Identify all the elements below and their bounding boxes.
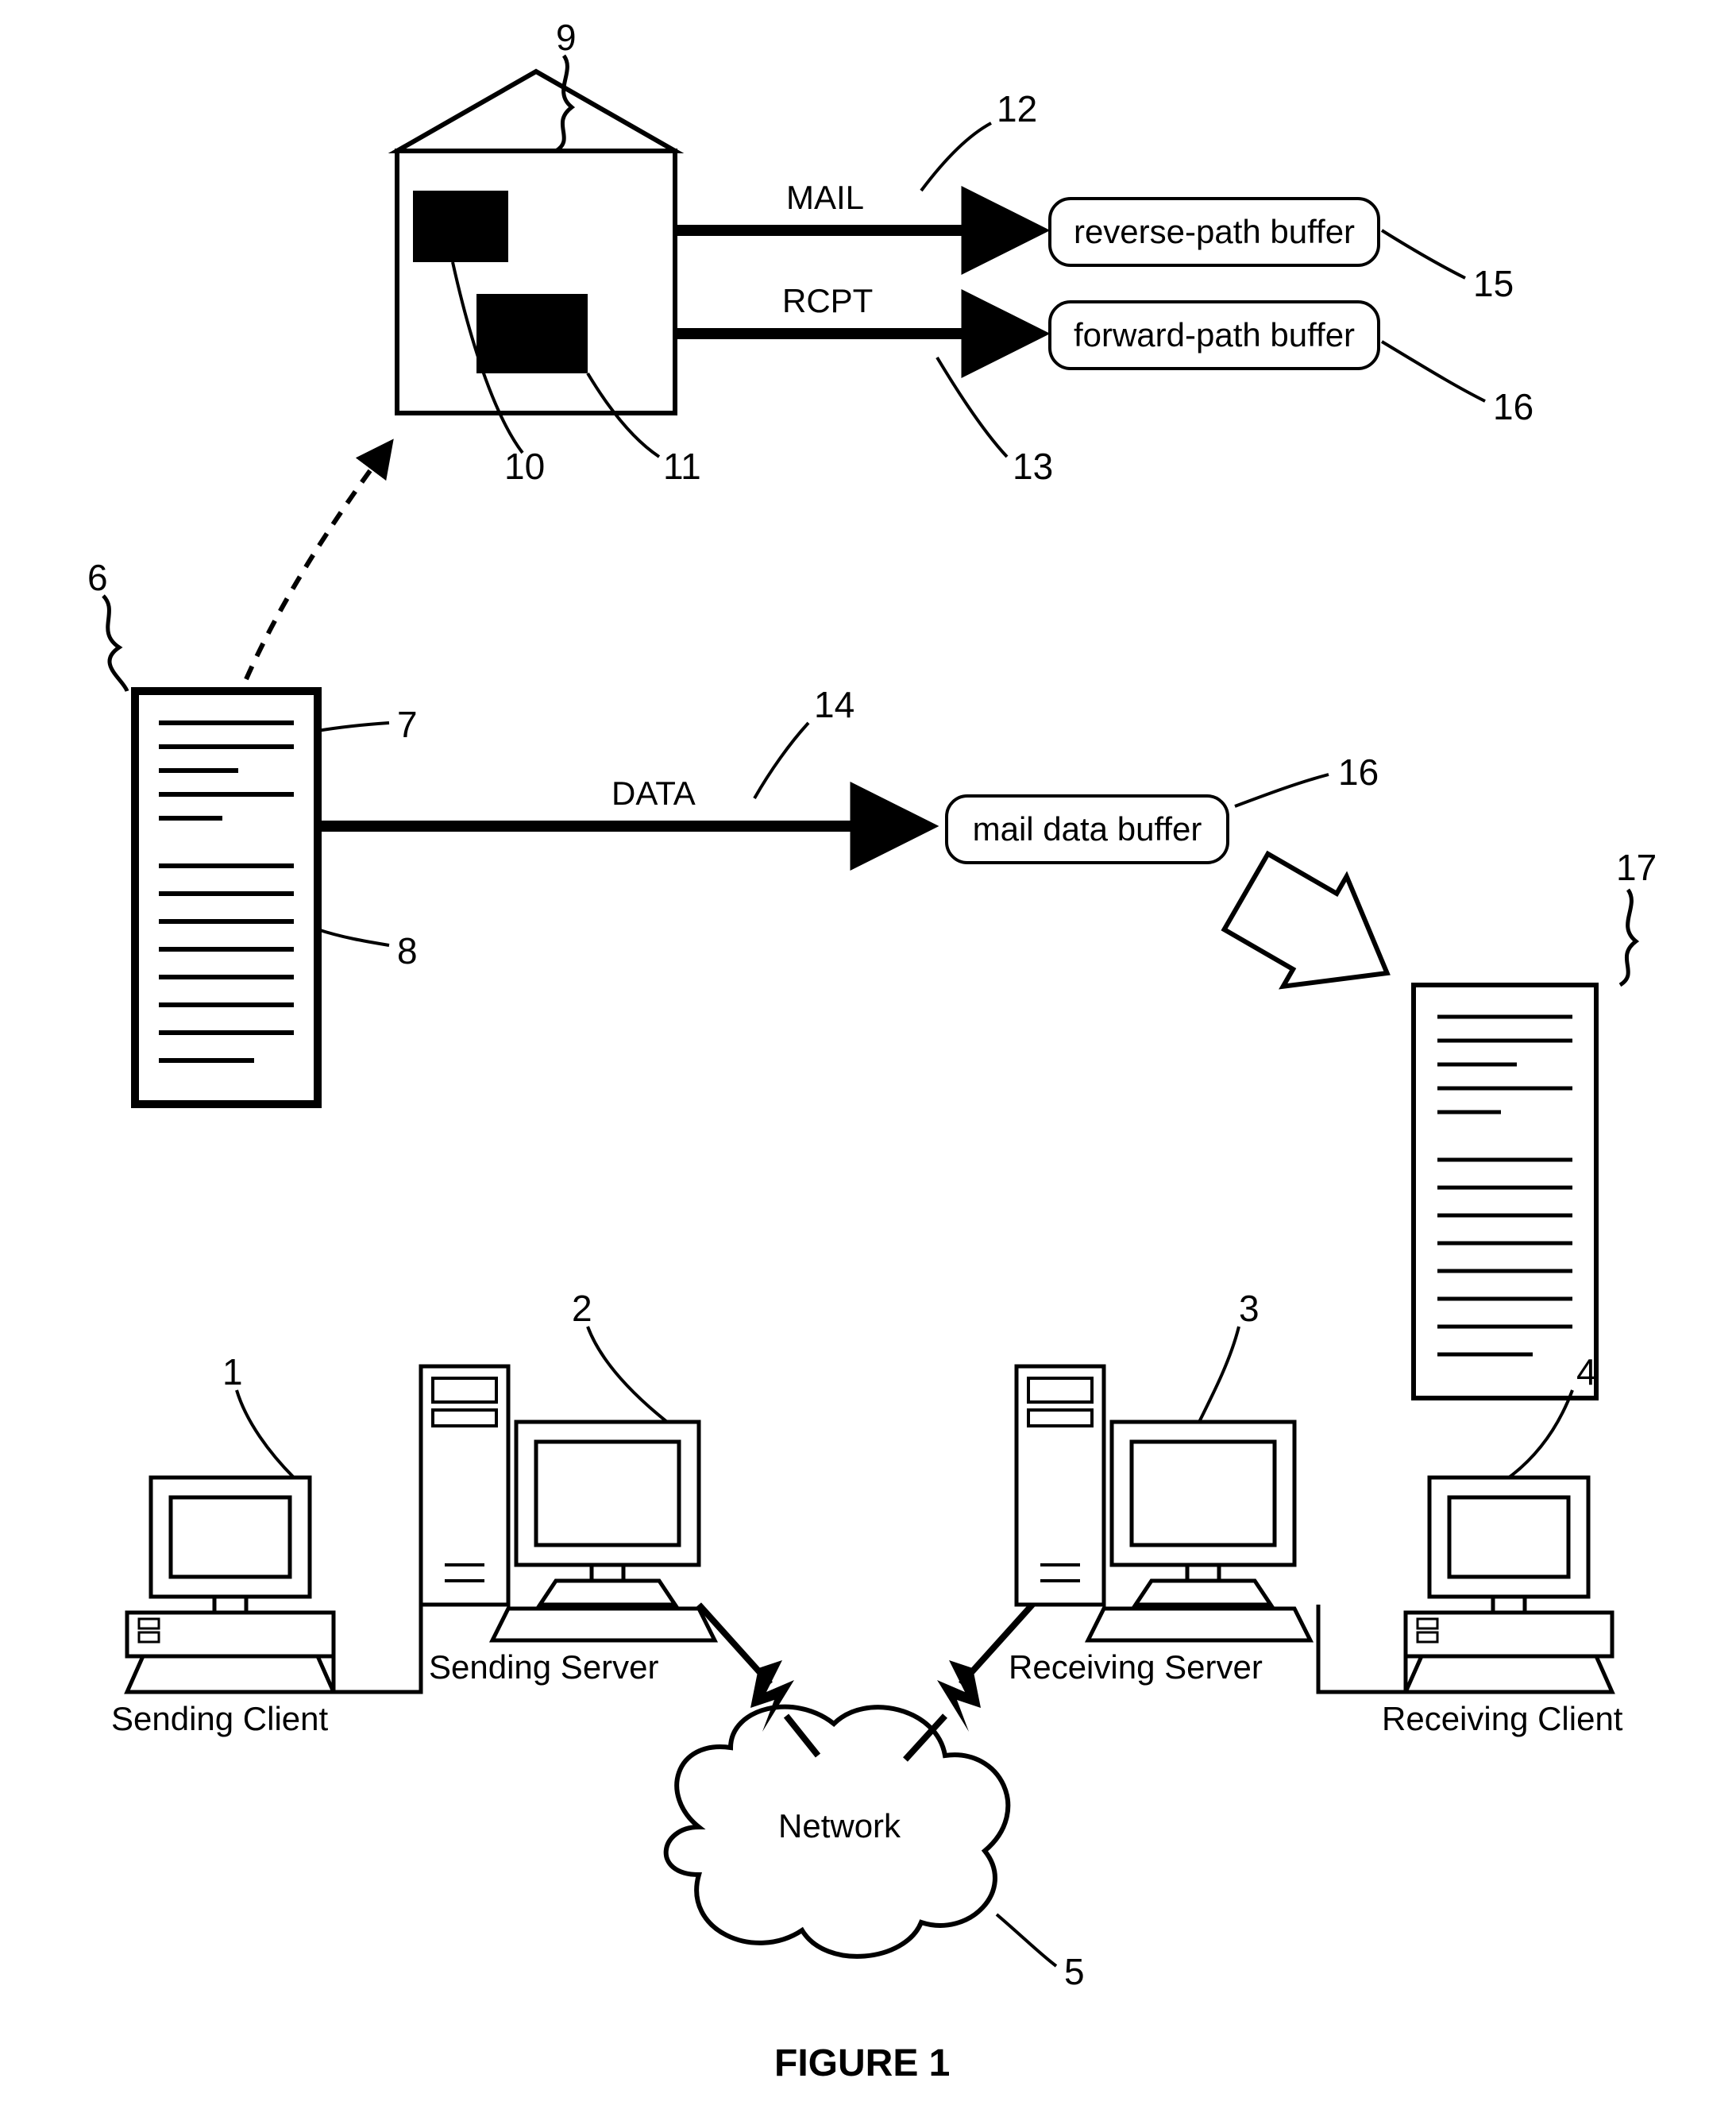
callout-3: 3 [1239,1287,1260,1330]
callout-6: 6 [87,556,108,599]
callout-9: 9 [556,16,577,59]
mail-data-buffer-box: mail data buffer [945,794,1229,864]
forward-path-buffer-box: forward-path buffer [1048,300,1380,370]
callout-1: 1 [222,1350,243,1393]
sending-client-label: Sending Client [111,1700,328,1738]
callout-14: 14 [814,683,854,726]
arrow-doc-to-envelope [246,445,389,679]
sending-client-icon [127,1478,334,1692]
callout-15: 15 [1473,262,1514,305]
sending-server-label: Sending Server [429,1648,659,1686]
wire-client1-server1 [334,1605,421,1692]
callout-16b: 16 [1338,751,1379,794]
receiving-client-label: Receiving Client [1382,1700,1622,1738]
network-label: Network [778,1807,901,1845]
callout-8: 8 [397,929,418,972]
envelope-icon [397,71,675,413]
mail-arrow-label: MAIL [786,179,864,217]
block-arrow-icon [1214,836,1419,1028]
data-arrow-label: DATA [611,775,696,813]
figure-title: FIGURE 1 [774,2042,950,2085]
callout-4: 4 [1576,1350,1597,1393]
mail-data-buffer-label: mail data buffer [973,810,1202,848]
receiving-server-icon [1017,1366,1310,1640]
source-document-icon [135,691,318,1104]
diagram-canvas: reverse-path buffer forward-path buffer … [0,0,1736,2113]
wire-server2-client2 [1318,1605,1406,1692]
forward-path-buffer-label: forward-path buffer [1074,316,1355,354]
copy-document-icon [1414,985,1596,1398]
callout-13: 13 [1013,445,1053,488]
callout-2: 2 [572,1287,592,1330]
callout-11: 11 [663,445,701,488]
reverse-path-buffer-label: reverse-path buffer [1074,213,1355,251]
callout-7: 7 [397,703,418,746]
callout-5: 5 [1064,1950,1085,1993]
receiving-client-icon [1406,1478,1612,1692]
callout-16a: 16 [1493,385,1533,428]
rcpt-arrow-label: RCPT [782,282,873,320]
reverse-path-buffer-box: reverse-path buffer [1048,197,1380,267]
receiving-server-label: Receiving Server [1009,1648,1263,1686]
callout-12: 12 [997,87,1037,130]
callout-17: 17 [1616,846,1657,889]
callout-10: 10 [504,445,545,488]
sending-server-icon [421,1366,715,1640]
